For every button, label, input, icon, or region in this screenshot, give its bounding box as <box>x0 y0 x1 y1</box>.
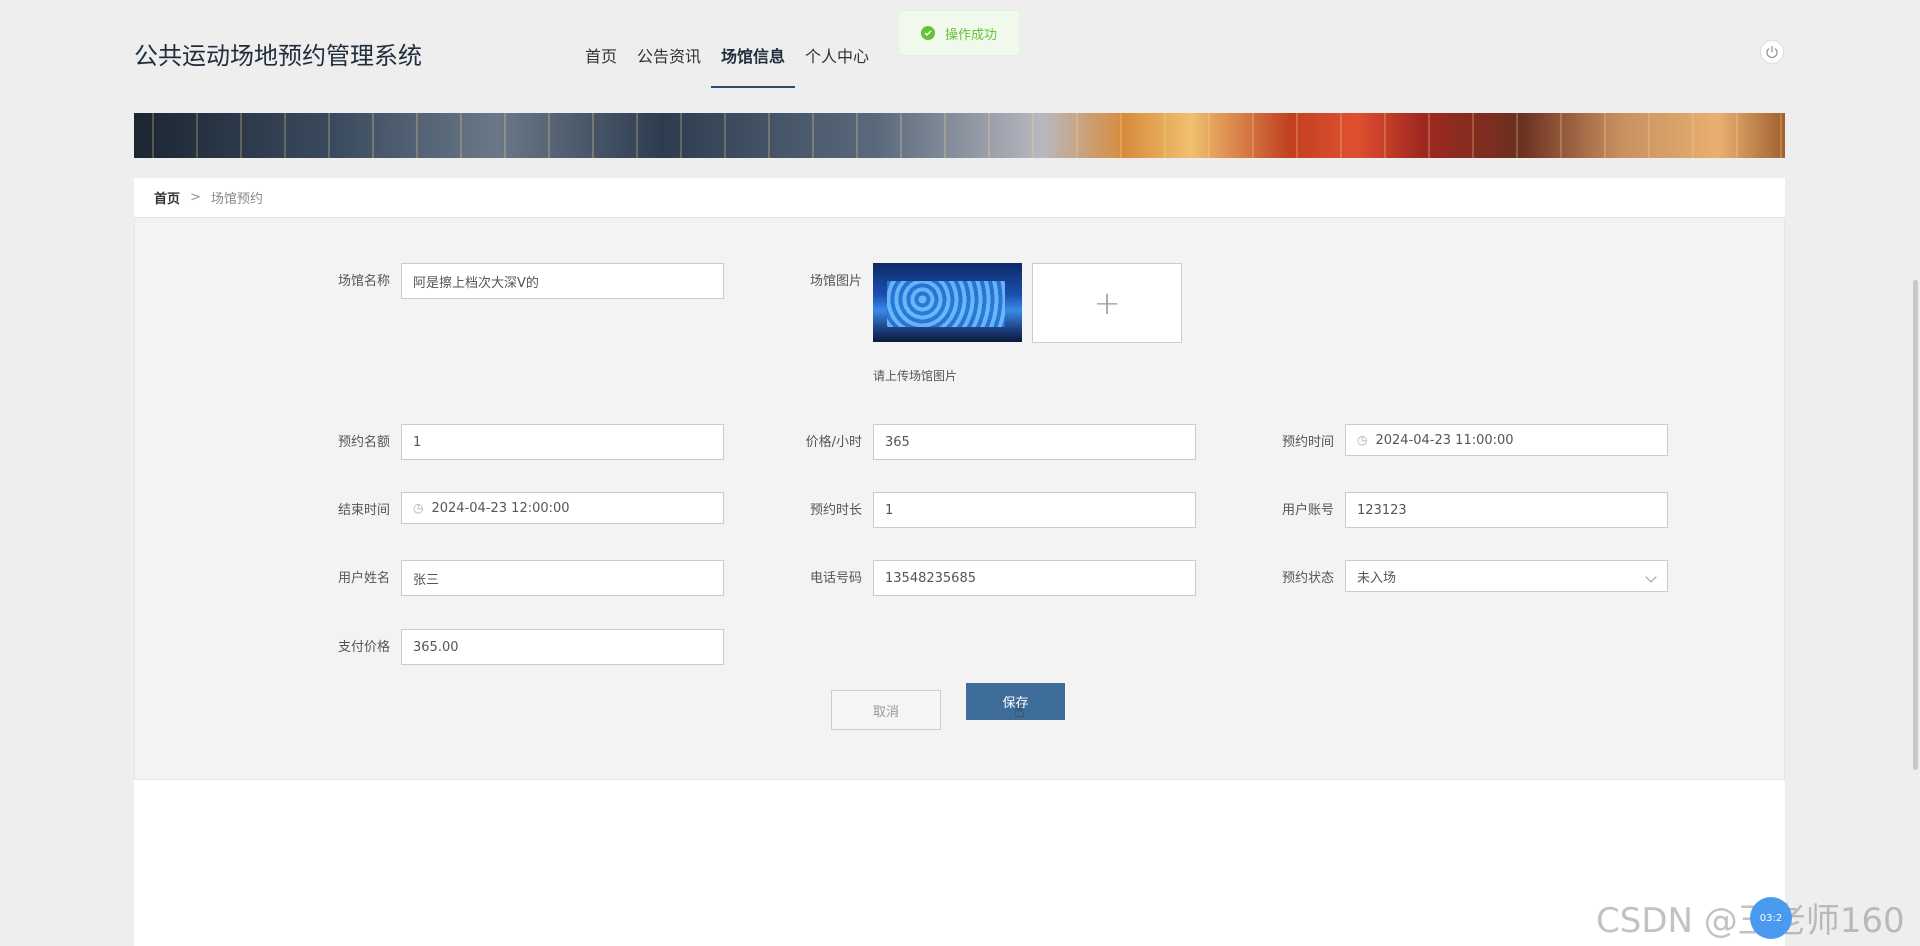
plus-icon: + <box>1093 284 1121 322</box>
booking-time-label: 预约时间 <box>1281 435 1334 450</box>
venue-image-label: 场馆图片 <box>809 274 862 289</box>
header: 公共运动场地预约管理系统 首页 公告资讯 场馆信息 个人中心 操作成功 <box>0 0 1920 105</box>
pay-price-label: 支付价格 <box>337 640 390 655</box>
user-account-input[interactable]: 123123 <box>1345 492 1668 528</box>
hand-cursor-icon: ☝ <box>1014 701 1025 722</box>
price-label: 价格/小时 <box>805 435 862 450</box>
breadcrumb-separator: > <box>190 190 201 205</box>
user-account-label: 用户账号 <box>1281 503 1334 518</box>
nav-item-venue[interactable]: 场馆信息 <box>711 28 796 88</box>
page-scrollbar[interactable] <box>1913 280 1918 770</box>
breadcrumb-current: 场馆预约 <box>210 192 263 207</box>
duration-input[interactable]: 1 <box>873 492 1196 528</box>
phone-input[interactable]: 13548235685 <box>873 560 1196 596</box>
booking-time-picker[interactable]: ◷ 2024-04-23 11:00:00 <box>1345 424 1668 456</box>
breadcrumb: 首页 > 场馆预约 <box>134 178 1785 217</box>
clock-icon: ◷ <box>413 501 424 515</box>
power-icon[interactable] <box>1760 40 1784 64</box>
breadcrumb-home[interactable]: 首页 <box>154 188 180 207</box>
venue-image-thumbnail[interactable] <box>873 263 1022 342</box>
top-nav: 首页 公告资讯 场馆信息 个人中心 <box>575 28 879 88</box>
lower-panel <box>134 780 1785 946</box>
nav-item-news[interactable]: 公告资讯 <box>627 28 711 88</box>
user-name-input[interactable]: 张三 <box>401 560 724 596</box>
banner-image <box>134 113 1785 158</box>
end-time-label: 结束时间 <box>337 503 390 518</box>
cancel-button[interactable]: 取消 <box>831 690 941 730</box>
check-icon <box>921 26 935 40</box>
status-value: 未入场 <box>1357 570 1397 586</box>
end-time-picker[interactable]: ◷ 2024-04-23 12:00:00 <box>401 492 724 524</box>
nav-item-profile[interactable]: 个人中心 <box>795 28 879 88</box>
quota-label: 预约名额 <box>337 435 390 450</box>
phone-label: 电话号码 <box>809 571 862 586</box>
quota-input[interactable]: 1 <box>401 424 724 460</box>
pay-price-input[interactable]: 365.00 <box>401 629 724 665</box>
clock-icon: ◷ <box>1357 433 1368 447</box>
success-toast: 操作成功 <box>898 10 1020 56</box>
app-title: 公共运动场地预约管理系统 <box>134 42 422 70</box>
user-name-label: 用户姓名 <box>337 571 390 586</box>
booking-time-value: 2024-04-23 11:00:00 <box>1375 432 1514 448</box>
price-input[interactable]: 365 <box>873 424 1196 460</box>
toast-text: 操作成功 <box>945 27 998 43</box>
status-select[interactable]: 未入场 <box>1345 560 1668 592</box>
end-time-value: 2024-04-23 12:00:00 <box>431 500 570 516</box>
duration-label: 预约时长 <box>809 503 862 518</box>
floating-badge[interactable]: 03:2 <box>1750 897 1792 939</box>
nav-item-home[interactable]: 首页 <box>575 28 627 88</box>
venue-name-label: 场馆名称 <box>337 274 390 289</box>
upload-image-button[interactable]: + <box>1032 263 1182 343</box>
venue-name-input[interactable]: 阿是擦上档次大深V的 <box>401 263 724 299</box>
banner-lights <box>134 113 1785 158</box>
chevron-down-icon <box>1645 571 1657 583</box>
status-label: 预约状态 <box>1281 571 1334 586</box>
upload-hint: 请上传场馆图片 <box>873 369 958 383</box>
